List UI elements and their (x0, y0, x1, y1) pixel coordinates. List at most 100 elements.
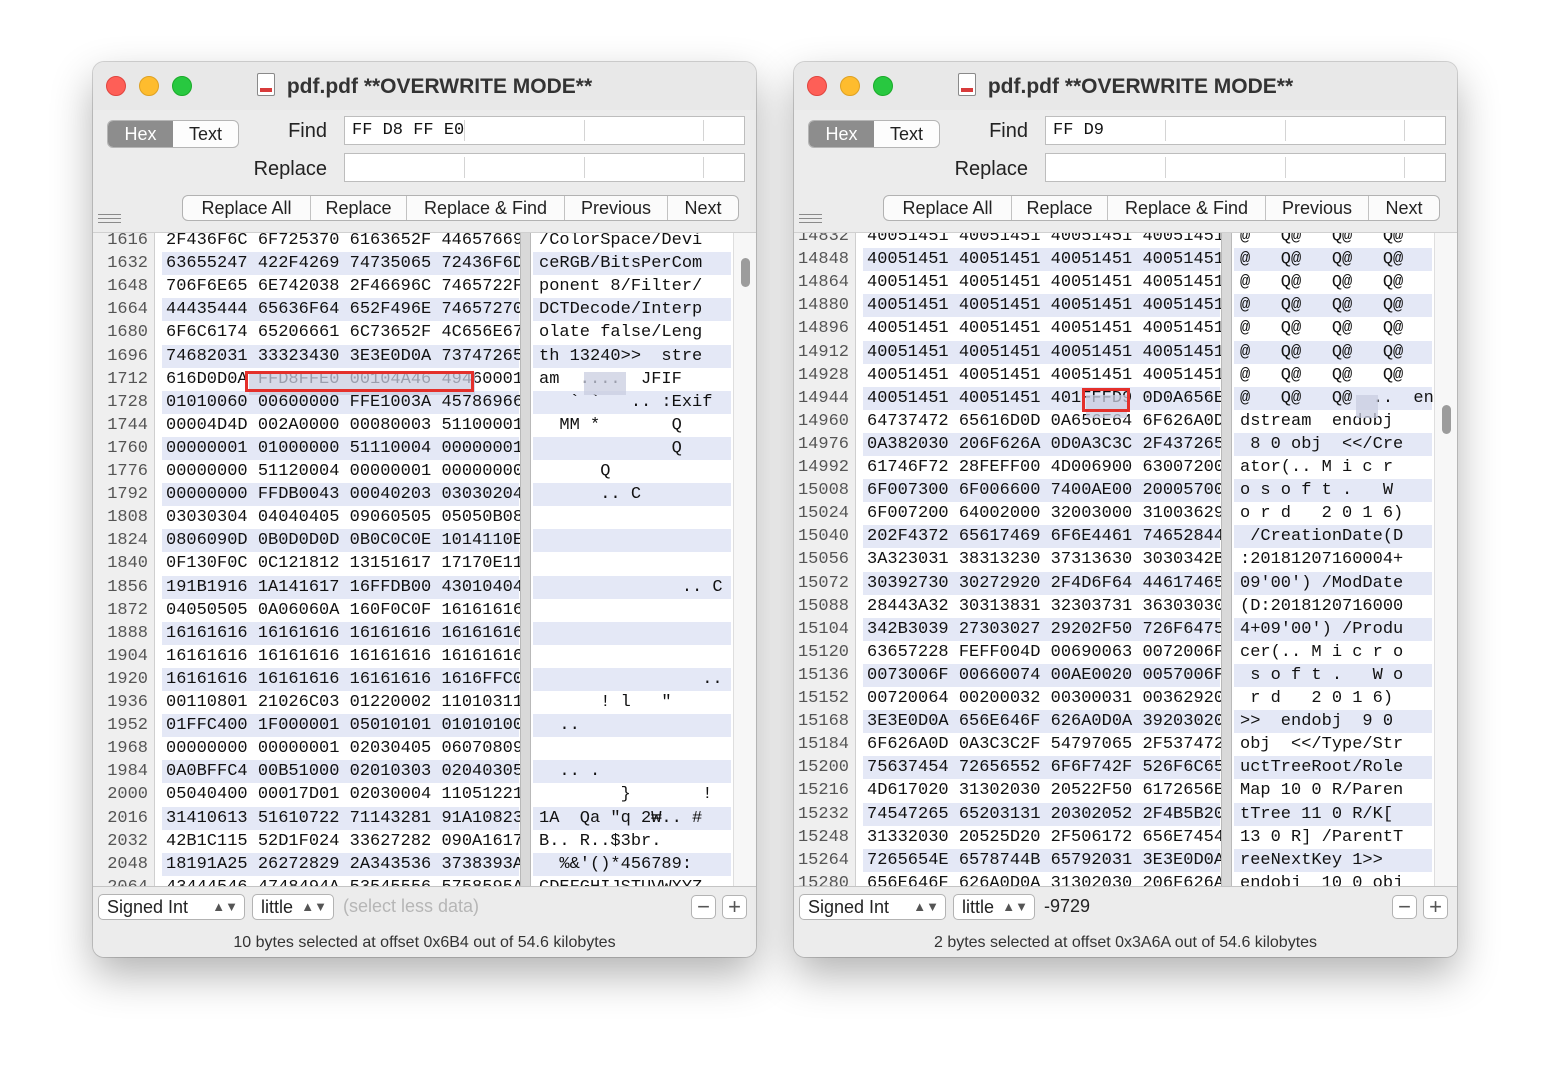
replace-all-button[interactable]: Replace All (884, 196, 1012, 220)
text-row[interactable]: .. C (533, 575, 731, 599)
title-bar[interactable]: pdf.pdf **OVERWRITE MODE** (794, 62, 1457, 110)
text-row[interactable]: 1A Qa "q 2₩.. # (533, 806, 731, 830)
hex-row[interactable]: 0F130F0C 0C121812 13151617 17170E11 (162, 552, 523, 575)
grip-handle-icon[interactable] (98, 214, 121, 226)
hex-row[interactable]: 16161616 16161616 16161616 16161616 (162, 645, 523, 668)
tab-hex[interactable]: Hex (809, 121, 874, 147)
text-row[interactable]: @ Q@ Q@ Q@ Q (1234, 233, 1444, 248)
next-button[interactable]: Next (668, 196, 738, 220)
previous-button[interactable]: Previous (565, 196, 668, 220)
text-row[interactable]: obj <</Type/Str (1234, 733, 1432, 756)
text-row[interactable]: cer(.. M i c r o (1234, 641, 1432, 664)
hex-row[interactable]: 00000000 00000001 02030405 06070809 (162, 737, 523, 760)
hex-row[interactable]: 4D617020 31302030 20522F50 6172656E (863, 779, 1224, 802)
hex-row[interactable]: 3E3E0D0A 656E646F 626A0D0A 39203020 (863, 710, 1224, 734)
hex-row[interactable]: 40051451 40051451 40051451 40051451 (863, 364, 1224, 387)
replace-field[interactable] (1045, 153, 1446, 182)
text-row[interactable]: @ Q@ Q@ Q@ Q (1234, 317, 1444, 340)
text-row[interactable]: tTree 11 0 R/K[ (1234, 802, 1432, 826)
hex-row[interactable]: 342B3039 27303027 29202F50 726F6475 (863, 617, 1224, 641)
text-row[interactable]: @ Q@ Q@ .. en (1234, 386, 1434, 410)
hex-row[interactable]: 63655247 422F4269 74735065 72436F6D (162, 252, 523, 276)
hex-row[interactable]: 16161616 16161616 16161616 1616FFC0 (162, 667, 523, 691)
text-row[interactable]: @ Q@ Q@ Q@ Q (1234, 248, 1444, 272)
previous-button[interactable]: Previous (1266, 196, 1369, 220)
hex-row[interactable]: 6F626A0D 0A3C3C2F 54797065 2F537472 (863, 733, 1224, 756)
hex-row[interactable]: 00004D4D 002A0000 00080003 51100001 (162, 414, 523, 437)
text-row[interactable]: ator(.. M i c r (1234, 456, 1432, 479)
hex-row[interactable]: 0A0BFFC4 00B51000 02010303 02040305 (162, 760, 523, 784)
hex-row[interactable]: 0A382030 206F626A 0D0A3C3C 2F437265 (863, 432, 1224, 456)
text-row[interactable]: endobj 10 0 obj (1234, 872, 1432, 886)
hex-row[interactable]: 75637454 72656552 6F6F742F 526F6C65 (863, 756, 1224, 780)
vertical-scrollbar[interactable] (1434, 233, 1457, 886)
text-row[interactable] (533, 552, 731, 575)
text-row[interactable]: Q (533, 436, 731, 460)
hex-view[interactable]: 1616 1632 1648 1664 1680 1696 1712 1728 1744 1760… (93, 232, 756, 886)
hex-view[interactable]: 14832 14848 14864 14880 14896 14912 14928 14944… (794, 232, 1457, 886)
hex-row[interactable]: 16161616 16161616 16161616 16161616 (162, 621, 523, 645)
text-row[interactable]: (D:2018120716000 (1234, 595, 1432, 618)
text-row[interactable]: @ Q@ Q@ Q@ Q (1234, 340, 1444, 364)
column-splitter[interactable] (1221, 233, 1232, 886)
text-row[interactable] (533, 529, 731, 553)
grip-handle-icon[interactable] (799, 214, 822, 226)
text-column[interactable]: /ColorSpace/Devi ceRGB/BitsPerCom ponent 8… (533, 233, 731, 886)
text-row[interactable]: th 13240>> stre (533, 344, 731, 368)
endianness-popup[interactable]: little ▲▼ (252, 894, 334, 920)
hex-column[interactable]: 40051451 40051451 40051451 40051451 40051… (863, 233, 1224, 886)
hex-row[interactable]: 40051451 40051451 40051451 40051451 (863, 248, 1224, 272)
hex-column[interactable]: 2F436F6C 6F725370 6163652F 44657669 63655… (162, 233, 523, 886)
hex-row[interactable]: 7265654E 6578744B 65792031 3E3E0D0A (863, 848, 1224, 872)
text-row[interactable]: ! l " (533, 691, 731, 714)
hex-row[interactable]: 40051451 40051451 40051451 40051451 (863, 294, 1224, 318)
text-row[interactable]: 09'00') /ModDate (1234, 571, 1432, 595)
hex-row[interactable]: 40051451 40051451 40051451 40051451 (863, 340, 1224, 364)
text-row[interactable]: B.. R..$3br. (533, 830, 731, 853)
text-row[interactable]: reeNextKey 1>> (1234, 848, 1432, 872)
text-row[interactable]: CDEFGHIJSTUVWXYZ (533, 876, 731, 886)
replace-all-button[interactable]: Replace All (183, 196, 311, 220)
text-row[interactable]: ceRGB/BitsPerCom (533, 252, 731, 276)
hex-row[interactable]: 706F6E65 6E742038 2F46696C 7465722F (162, 275, 523, 298)
text-row[interactable]: 13 0 R] /ParentT (1234, 826, 1432, 849)
hex-row[interactable]: 31332030 20525D20 2F506172 656E7454 (863, 826, 1224, 849)
text-row[interactable]: /CreationDate(D (1234, 525, 1432, 549)
hex-row[interactable]: 00000000 51120004 00000001 00000000 (162, 460, 523, 483)
hex-row[interactable]: 40051451 40051451 40051451 40051451 (863, 233, 1224, 248)
hex-row[interactable]: 44435444 65636F64 652F496E 74657270 (162, 298, 523, 322)
hex-row[interactable]: 18191A25 26272829 2A343536 3738393A (162, 852, 523, 876)
hex-row[interactable]: 42B1C115 52D1F024 33627282 090A1617 (162, 830, 523, 853)
next-button[interactable]: Next (1369, 196, 1439, 220)
hex-row[interactable]: 0806090D 0B0D0D0D 0B0C0C0E 1014110E (162, 529, 523, 553)
plus-icon[interactable]: + (722, 895, 747, 919)
text-row[interactable]: .. C (533, 483, 731, 507)
text-row[interactable] (533, 506, 731, 529)
hex-row[interactable]: 28443A32 30313831 32303731 36303030 (863, 595, 1224, 618)
text-row[interactable]: @ Q@ Q@ Q@ Q (1234, 271, 1444, 294)
hex-row[interactable]: 656E646F 626A0D0A 31302030 206F626A (863, 872, 1224, 886)
hex-row[interactable]: 00110801 21026C03 01220002 11010311 (162, 691, 523, 714)
tab-text[interactable]: Text (874, 121, 939, 147)
find-field[interactable]: FF D9 (1045, 116, 1446, 145)
text-row[interactable]: @ Q@ Q@ Q@ Q (1234, 364, 1444, 387)
data-type-popup[interactable]: Signed Int ▲▼ (98, 894, 245, 920)
text-column[interactable]: @ Q@ Q@ Q@ Q @ Q@ Q@ Q@ Q @ Q@ Q@ Q@ Q @ Q@… (1234, 233, 1444, 886)
hex-row[interactable]: 00720064 00200032 00300031 00362920 (863, 687, 1224, 710)
tab-text[interactable]: Text (173, 121, 238, 147)
hex-row[interactable]: 40051451 40051451 40051451 40051451 (863, 317, 1224, 340)
replace-button[interactable]: Replace (1012, 196, 1108, 220)
text-row[interactable]: o s o f t . W (1234, 479, 1432, 503)
hex-row[interactable]: 00000001 01000000 51110004 00000001 (162, 436, 523, 460)
text-row[interactable]: } ! (533, 783, 731, 806)
text-row[interactable]: 8 0 obj <</Cre (1234, 432, 1432, 456)
text-row[interactable]: DCTDecode/Interp (533, 298, 731, 322)
endianness-popup[interactable]: little ▲▼ (953, 894, 1035, 920)
text-row[interactable]: olate false/Leng (533, 321, 731, 344)
replace-field[interactable] (344, 153, 745, 182)
hex-row[interactable]: 40051451 40051451 401FFFD9 0D0A656E (863, 386, 1224, 410)
text-row[interactable]: /ColorSpace/Devi (533, 233, 731, 252)
hex-row[interactable]: 74682031 33323430 3E3E0D0A 73747265 (162, 344, 523, 368)
hex-row[interactable]: 191B1916 1A141617 16FFDB00 43010404 (162, 575, 523, 599)
text-row[interactable]: %&'()*456789: (533, 852, 731, 876)
